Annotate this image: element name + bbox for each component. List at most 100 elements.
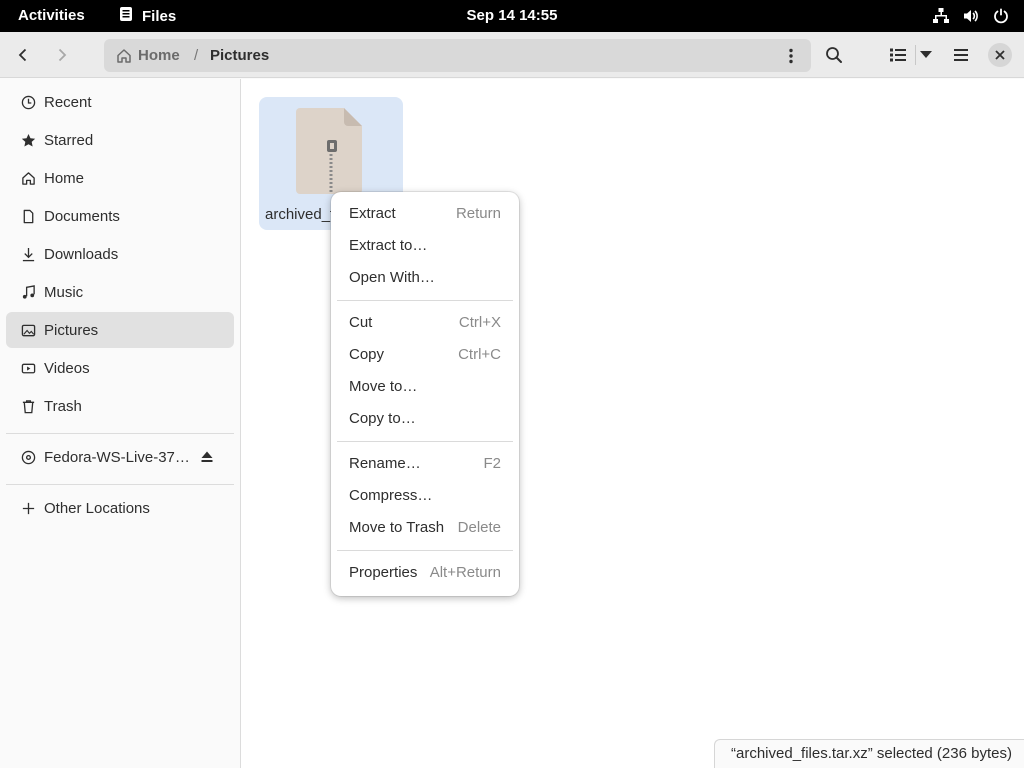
menu-item-label: Compress… xyxy=(349,486,433,504)
menu-item-accel: Delete xyxy=(457,518,501,536)
menu-separator xyxy=(337,550,513,551)
menu-item-accel: F2 xyxy=(483,454,501,472)
volume-icon xyxy=(962,7,980,25)
close-icon xyxy=(995,50,1005,60)
menu-item-cut[interactable]: Cut Ctrl+X xyxy=(337,307,513,337)
sidebar-item-music[interactable]: Music xyxy=(6,274,234,310)
files-app-icon xyxy=(118,6,134,26)
sidebar-item-label: Downloads xyxy=(44,245,119,263)
menu-item-accel: Ctrl+X xyxy=(458,313,501,331)
menu-item-label: Move to Trash xyxy=(349,518,445,536)
sidebar-item-downloads[interactable]: Downloads xyxy=(6,236,234,272)
menu-separator xyxy=(337,441,513,442)
download-icon xyxy=(20,246,36,262)
sidebar-item-label: Other Locations xyxy=(44,499,150,517)
breadcrumb-home-label: Home xyxy=(138,47,180,64)
menu-item-extract-to[interactable]: Extract to… xyxy=(337,230,513,260)
context-menu: Extract Return Extract to… Open With… Cut… xyxy=(331,192,519,596)
menu-item-label: Rename… xyxy=(349,454,421,472)
video-icon xyxy=(20,360,36,376)
menu-item-properties[interactable]: Properties Alt+Return xyxy=(337,557,513,587)
plus-icon xyxy=(20,500,36,516)
back-arrow-icon xyxy=(18,48,27,62)
menu-item-label: Copy xyxy=(349,345,385,363)
activities-button[interactable]: Activities xyxy=(18,0,85,32)
sidebar-item-label: Home xyxy=(44,169,85,187)
sidebar-item-recent[interactable]: Recent xyxy=(6,84,234,120)
menu-item-accel: Ctrl+C xyxy=(458,345,501,363)
path-menu-button[interactable] xyxy=(777,41,805,70)
sidebar-item-label: Documents xyxy=(44,207,120,225)
network-icon xyxy=(932,7,950,25)
sidebar-item-label: Starred xyxy=(44,131,94,149)
sidebar-item-home[interactable]: Home xyxy=(6,160,234,196)
sidebar-separator xyxy=(6,433,234,434)
sidebar-item-trash[interactable]: Trash xyxy=(6,388,234,424)
menu-item-label: Extract to… xyxy=(349,236,428,254)
menu-item-extract[interactable]: Extract Return xyxy=(337,198,513,228)
sidebar-item-pictures[interactable]: Pictures xyxy=(6,312,234,348)
menu-item-rename[interactable]: Rename… F2 xyxy=(337,448,513,478)
menu-item-move-to[interactable]: Move to… xyxy=(337,371,513,401)
menu-item-label: Properties xyxy=(349,563,418,581)
sidebar-item-label: Pictures xyxy=(44,321,99,339)
menu-item-accel: Alt+Return xyxy=(429,563,501,581)
top-bar: Activities Files Sep 14 14:55 xyxy=(0,0,1024,32)
clock[interactable]: Sep 14 14:55 xyxy=(467,7,558,24)
breadcrumb-home[interactable]: Home xyxy=(116,39,180,72)
main-menu-button[interactable] xyxy=(946,40,976,70)
app-menu[interactable]: Files xyxy=(118,0,176,32)
sidebar-item-device[interactable]: Fedora-WS-Live-37… xyxy=(6,439,234,475)
menu-item-label: Cut xyxy=(349,313,373,331)
menu-item-label: Copy to… xyxy=(349,409,416,427)
menu-item-label: Open With… xyxy=(349,268,435,286)
forward-arrow-icon xyxy=(58,48,67,62)
document-icon xyxy=(20,208,36,224)
app-name: Files xyxy=(142,7,177,25)
menu-item-compress[interactable]: Compress… xyxy=(337,480,513,510)
back-button[interactable] xyxy=(8,40,38,70)
sidebar-item-starred[interactable]: Starred xyxy=(6,122,234,158)
list-view-icon xyxy=(890,48,906,62)
power-icon xyxy=(992,7,1010,25)
menu-item-move-to-trash[interactable]: Move to Trash Delete xyxy=(337,512,513,542)
sidebar-item-label: Fedora-WS-Live-37… xyxy=(44,448,190,466)
sidebar-item-label: Music xyxy=(44,283,84,301)
close-window-button[interactable] xyxy=(988,43,1012,67)
search-icon xyxy=(826,47,842,63)
sidebar-separator xyxy=(6,484,234,485)
search-button[interactable] xyxy=(819,40,849,70)
sidebar-item-videos[interactable]: Videos xyxy=(6,350,234,386)
menu-item-copy[interactable]: Copy Ctrl+C xyxy=(337,339,513,369)
system-tray[interactable] xyxy=(932,0,1010,32)
music-icon xyxy=(20,284,36,300)
picture-icon xyxy=(20,322,36,338)
breadcrumb-separator: / xyxy=(194,47,199,64)
star-icon xyxy=(20,132,36,148)
sidebar: Recent Starred Home Documents Downloads … xyxy=(0,79,241,768)
list-view-button[interactable] xyxy=(883,40,913,70)
sidebar-item-label: Trash xyxy=(44,397,82,415)
sidebar-item-other-locations[interactable]: Other Locations xyxy=(6,490,234,526)
menu-separator xyxy=(337,300,513,301)
forward-button[interactable] xyxy=(47,40,77,70)
disc-icon xyxy=(20,449,36,465)
sidebar-item-documents[interactable]: Documents xyxy=(6,198,234,234)
menu-item-copy-to[interactable]: Copy to… xyxy=(337,403,513,433)
eject-icon[interactable] xyxy=(200,450,214,468)
clock-icon xyxy=(20,94,36,110)
breadcrumb-current[interactable]: Pictures xyxy=(210,39,269,72)
menu-item-label: Extract xyxy=(349,204,396,222)
chevron-down-icon xyxy=(920,51,932,58)
home-icon xyxy=(117,48,131,63)
file-name: archived_f xyxy=(265,206,331,223)
hamburger-menu-icon xyxy=(954,49,968,61)
menu-item-open-with[interactable]: Open With… xyxy=(337,262,513,292)
archive-icon xyxy=(296,108,366,200)
home-icon xyxy=(20,170,36,186)
view-options-button[interactable] xyxy=(913,40,939,70)
sidebar-item-label: Recent xyxy=(44,93,92,111)
path-bar: Home / Pictures xyxy=(104,39,811,72)
sidebar-item-label: Videos xyxy=(44,359,90,377)
status-floating-bar: “archived_files.tar.xz” selected (236 by… xyxy=(714,739,1024,768)
